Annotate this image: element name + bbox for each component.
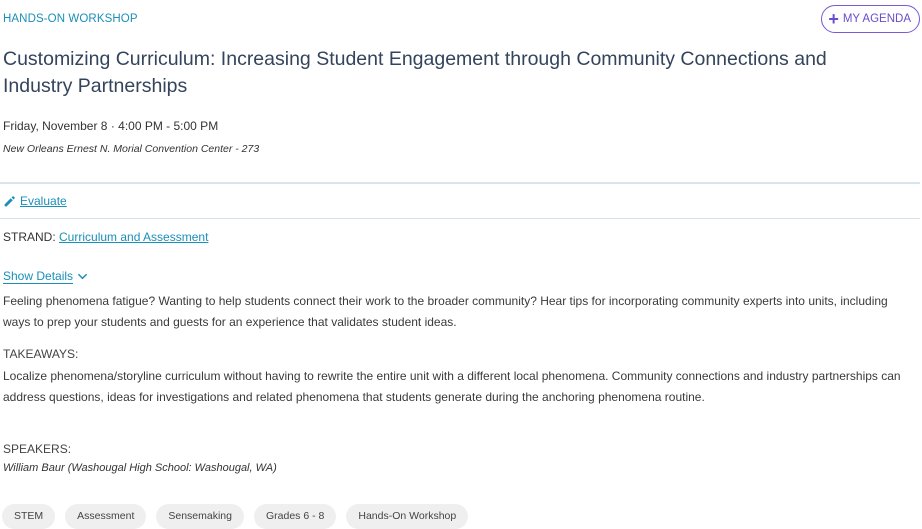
chevron-down-icon [78, 273, 87, 280]
tag[interactable]: Grades 6 - 8 [253, 504, 337, 529]
show-details-label[interactable]: Show Details [3, 269, 74, 284]
speaker-name[interactable]: William Baur (Washougal High School: Was… [3, 462, 277, 474]
divider [0, 182, 920, 184]
session-detail-page: HANDS-ON WORKSHOP + MY AGENDA Customizin… [0, 0, 922, 529]
tag[interactable]: Assessment [65, 504, 147, 529]
agenda-button-label: MY AGENDA [842, 13, 911, 25]
session-type-label: HANDS-ON WORKSHOP [3, 13, 138, 25]
speakers-label: SPEAKERS: [3, 442, 72, 456]
session-title: Customizing Curriculum: Increasing Stude… [3, 48, 827, 97]
takeaways-label: TAKEAWAYS: [3, 347, 79, 361]
evaluate-link[interactable]: Evaluate [20, 194, 67, 208]
strand-label: STRAND: [3, 230, 56, 244]
strand-row: STRAND: Curriculum and Assessment [3, 230, 208, 244]
pencil-icon [4, 195, 15, 206]
session-description: Feeling phenomena fatigue? Wanting to he… [3, 294, 888, 329]
session-location: New Orleans Ernest N. Morial Convention … [3, 143, 260, 155]
evaluate-link-row[interactable]: Evaluate [3, 194, 67, 208]
tag-list: STEM Assessment Sensemaking Grades 6 - 8… [2, 504, 469, 529]
show-details-toggle[interactable]: Show Details [3, 269, 88, 284]
plus-icon: + [828, 9, 839, 29]
strand-link[interactable]: Curriculum and Assessment [59, 230, 208, 244]
takeaways-text: Localize phenomena/storyline curriculum … [3, 369, 901, 404]
session-datetime: Friday, November 8 · 4:00 PM - 5:00 PM [3, 119, 219, 133]
divider [0, 218, 920, 219]
add-to-agenda-button[interactable]: + MY AGENDA [821, 5, 920, 33]
tag[interactable]: Sensemaking [156, 504, 244, 529]
tag[interactable]: STEM [2, 504, 56, 529]
tag[interactable]: Hands-On Workshop [346, 504, 469, 529]
